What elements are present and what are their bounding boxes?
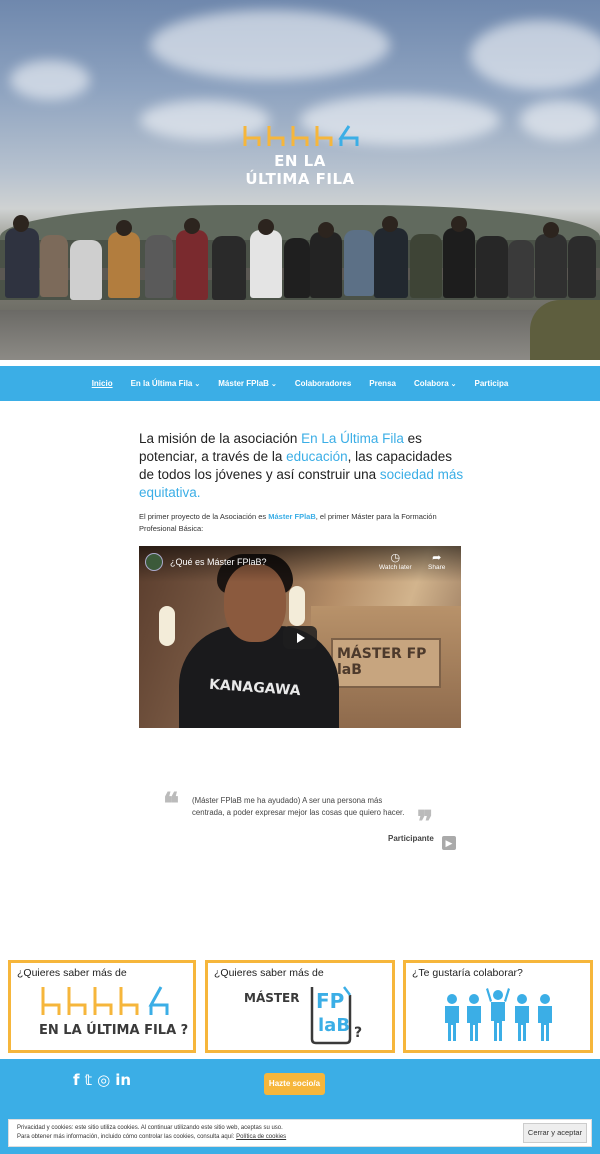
video-player[interactable]: MÁSTER FP laB KANAGAWA ¿Qué es Máster FP… [139,546,461,728]
chevron-right-icon: ▶ [445,838,453,848]
instagram-icon[interactable]: ◎ [97,1071,110,1089]
project-text: El primer proyecto de la Asociación es [139,512,269,521]
mission-statement: La misión de la asociación En La Última … [139,430,469,502]
share-label: Share [428,564,446,571]
become-member-button[interactable]: Hazte socio/a [264,1073,325,1095]
video-sign: MÁSTER FP laB [331,638,441,688]
card-title: ¿Quieres saber más de [17,967,127,979]
card-logo-fp: FP [316,989,345,1013]
nav-item-en-la-ultima-fila[interactable]: En la Última Fila ⌄ [122,379,210,388]
cookie-policy-link[interactable]: Política de cookies [236,1134,286,1140]
logo-text: EN LA ÚLTIMA FILA [245,152,355,188]
chevron-down-icon: ⌄ [450,381,457,388]
play-button[interactable] [283,626,317,649]
main-navigation: Inicio En la Última Fila ⌄ Máster FPlaB ⌄ … [0,366,600,401]
master-fplab-link[interactable]: Máster FPlaB [268,512,316,521]
cookie-banner: Privacidad y cookies: este sitio utiliza… [8,1119,592,1147]
chairs-logo-icon [41,986,169,1015]
nav-item-participa[interactable]: Participa [466,379,518,388]
nav-item-master-fplab[interactable]: Máster FPlaB ⌄ [209,379,286,388]
nav-item-colabora[interactable]: Colabora ⌄ [405,379,466,388]
card-master-fplab[interactable]: ¿Quieres saber más de MÁSTER FP laB ? [205,960,395,1053]
next-testimonial-button[interactable]: ▶ [442,836,456,850]
share-button[interactable]: ➦ Share [428,552,445,571]
card-title: ¿Quieres saber más de [214,967,324,979]
channel-avatar[interactable] [145,553,163,571]
cookie-line-1: Privacidad y cookies: este sitio utiliza… [17,1125,283,1131]
quote-open-icon: ❝ [163,787,180,822]
nav-item-colaboradores[interactable]: Colaboradores [286,379,360,388]
project-intro: El primer proyecto de la Asociación es M… [139,511,439,535]
mission-link-association[interactable]: En La Última Fila [301,431,404,446]
card-logo-lab: laB [318,1015,351,1036]
nav-item-prensa[interactable]: Prensa [360,379,405,388]
nav-item-inicio[interactable]: Inicio [83,379,122,388]
nav-label: En la Última Fila [130,379,193,388]
facebook-icon[interactable]: f [73,1071,80,1089]
nav-label: Participa [474,379,509,388]
chevron-down-icon: ⌄ [194,381,201,388]
video-title[interactable]: ¿Qué es Máster FPlaB? [170,557,267,567]
card-title: ¿Te gustaría colaborar? [412,967,523,979]
testimonial-text: (Máster FPlaB me ha ayudado) A ser una p… [192,796,405,817]
mission-highlight-education: educación [286,449,348,464]
nav-label: Prensa [369,379,396,388]
nav-label: Máster FPlaB [218,379,269,388]
watch-later-label: Watch later [379,564,412,571]
nav-label: Colaboradores [294,379,352,388]
nav-label: Inicio [91,379,113,388]
social-links: f 𝕥 ◎ in [73,1071,131,1089]
card-logo-question: ? [354,1025,363,1041]
video-sign-text: MÁSTER FP laB [337,646,427,678]
accept-cookies-button[interactable]: Cerrar y aceptar [523,1123,587,1143]
cookie-line-2: Para obtener más información, incluido c… [17,1134,237,1140]
card-en-la-ultima-fila[interactable]: ¿Quieres saber más de EN LA ÚLTIMA FILA … [8,960,196,1053]
chevron-down-icon: ⌄ [270,381,277,388]
hero-banner: EN LA ÚLTIMA FILA [0,0,600,360]
card-logo-text: EN LA ÚLTIMA FILA ? [39,1023,189,1038]
card-colaborar[interactable]: ¿Te gustaría colaborar? [403,960,593,1053]
share-icon: ➦ [432,552,442,564]
twitter-icon[interactable]: 𝕥 [85,1071,93,1089]
people-group-icon [445,988,552,1041]
watch-later-button[interactable]: ◷ Watch later [379,552,412,571]
nav-label: Colabora [413,379,449,388]
chairs-logo-icon [243,125,359,146]
card-logo-master: MÁSTER [244,991,300,1005]
mission-text: La misión de la asociación [139,431,302,446]
testimonial-author: Participante [388,834,434,843]
clock-icon: ◷ [390,552,401,564]
site-logo[interactable]: EN LA ÚLTIMA FILA [240,124,360,188]
cookie-text: Privacidad y cookies: este sitio utiliza… [17,1124,487,1142]
linkedin-icon[interactable]: in [115,1071,131,1089]
